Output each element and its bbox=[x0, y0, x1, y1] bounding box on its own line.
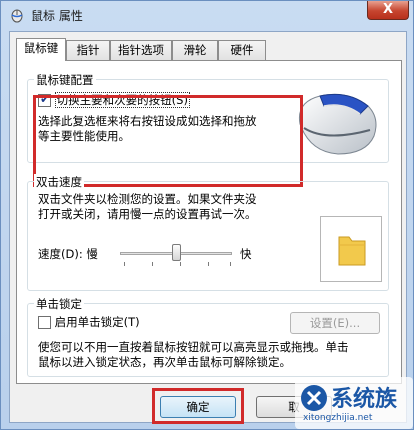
slider-tick bbox=[230, 262, 231, 266]
click-lock-checkbox[interactable] bbox=[38, 315, 51, 329]
double-click-description: 双击文件夹以检测您的设置。如果文件夹没 打开或关闭，请用慢一点的设置再试一次。 bbox=[38, 192, 257, 222]
slider-tick bbox=[152, 262, 153, 266]
slider-tick bbox=[208, 262, 209, 266]
tab-pointers[interactable]: 指针 bbox=[66, 40, 110, 60]
click-lock-settings-button[interactable]: 设置(E)... bbox=[290, 312, 380, 334]
tab-pointer-options[interactable]: 指针选项 bbox=[110, 40, 172, 60]
mouse-properties-window: 鼠标 属性 X 鼠标键 指针 指针选项 滑轮 硬件 鼠标键配置 ✔ 切换主要和次… bbox=[0, 0, 414, 430]
click-lock-group: 单击锁定 启用单击锁定(T) 设置(E)... 使您可以不用一直按着鼠标按钮就可… bbox=[27, 296, 389, 377]
watermark: 系统族 xitongzhijia.net bbox=[295, 377, 413, 429]
title-bar[interactable]: 鼠标 属性 X bbox=[1, 1, 413, 29]
double-click-group: 双击速度 双击文件夹以检测您的设置。如果文件夹没 打开或关闭，请用慢一点的设置再… bbox=[27, 174, 389, 291]
double-click-description-line2: 打开或关闭，请用慢一点的设置再试一次。 bbox=[38, 207, 257, 221]
tab-hardware[interactable]: 硬件 bbox=[218, 40, 266, 60]
click-lock-row[interactable]: 启用单击锁定(T) bbox=[38, 314, 140, 330]
click-lock-label[interactable]: 启用单击锁定(T) bbox=[55, 315, 140, 329]
double-click-description-line1: 双击文件夹以检测您的设置。如果文件夹没 bbox=[38, 192, 257, 206]
tab-panel-buttons: 鼠标键配置 ✔ 切换主要和次要的按钮(S) 选择此复选框来将右按钮设成如选择和拖… bbox=[16, 60, 402, 384]
watermark-brand: 系统族 bbox=[331, 387, 398, 412]
double-click-title: 双击速度 bbox=[34, 174, 84, 190]
speed-label: 速度(D): 慢 bbox=[38, 247, 98, 261]
click-lock-description-line1: 使您可以不用一直按着鼠标按钮就可以高亮显示或拖拽。单击 bbox=[38, 340, 349, 354]
slider-tick bbox=[180, 262, 181, 266]
click-lock-title: 单击锁定 bbox=[34, 296, 84, 312]
folder-icon[interactable] bbox=[337, 231, 367, 267]
click-lock-description-line2: 鼠标以进入锁定状态，再次单击鼠标可解除锁定。 bbox=[38, 355, 291, 369]
click-lock-description: 使您可以不用一直按着鼠标按钮就可以高亮显示或拖拽。单击 鼠标以进入锁定状态，再次… bbox=[38, 340, 349, 370]
fast-label: 快 bbox=[240, 247, 252, 261]
test-folder-area[interactable] bbox=[320, 216, 382, 282]
mouse-app-icon bbox=[11, 9, 23, 23]
window-title: 鼠标 属性 bbox=[31, 9, 83, 23]
close-button[interactable]: X bbox=[367, 1, 409, 20]
mouse-illustration-icon bbox=[298, 93, 377, 155]
watermark-logo-icon bbox=[301, 385, 327, 411]
tab-wheel[interactable]: 滑轮 bbox=[172, 40, 218, 60]
speed-slider-thumb[interactable] bbox=[171, 244, 181, 261]
highlight-box-ok bbox=[152, 388, 244, 424]
tab-buttons[interactable]: 鼠标键 bbox=[16, 38, 66, 61]
slider-tick bbox=[124, 262, 125, 266]
dialog-client-area: 鼠标键 指针 指针选项 滑轮 硬件 鼠标键配置 ✔ 切换主要和次要的按钮(S) … bbox=[9, 31, 407, 424]
button-config-title: 鼠标键配置 bbox=[34, 72, 96, 88]
watermark-url: xitongzhijia.net bbox=[303, 413, 373, 423]
